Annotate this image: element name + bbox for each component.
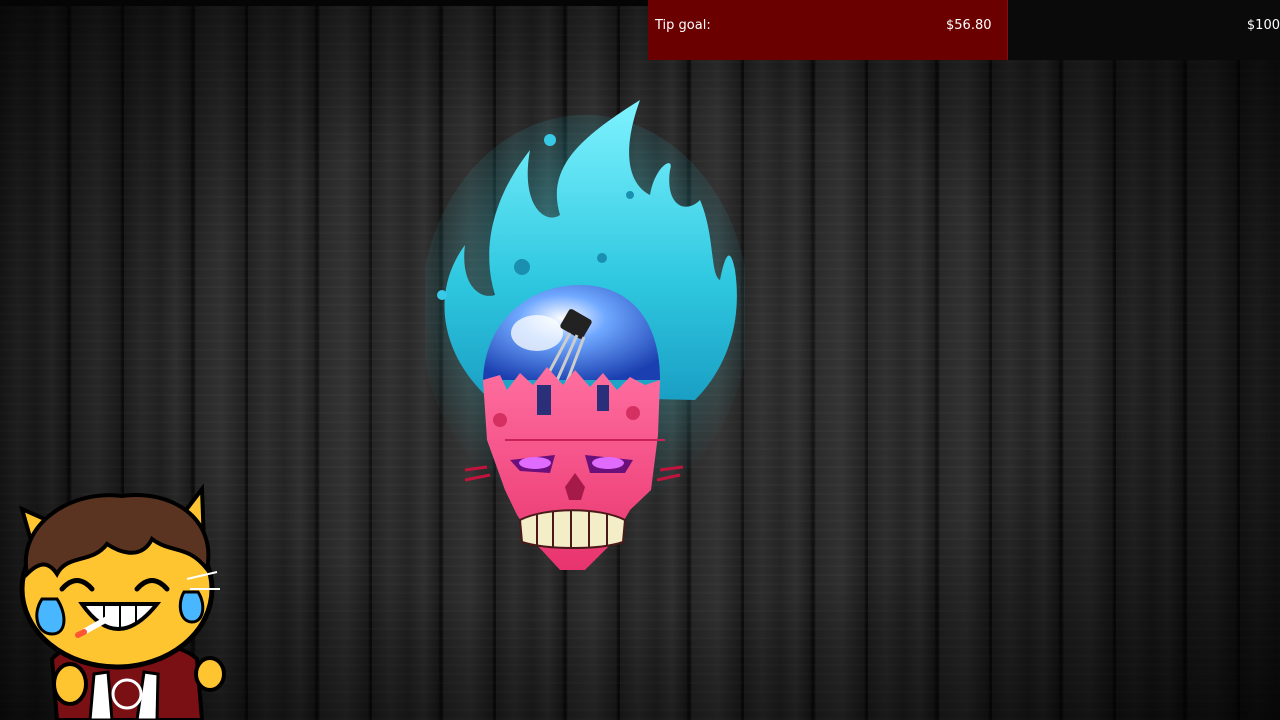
tip-goal-target-amount: $100 — [1246, 18, 1280, 33]
tip-goal-current-amount: $56.80 — [946, 18, 992, 33]
crying-laughing-cat-avatar — [18, 484, 226, 720]
tip-goal-label: Tip goal: — [655, 18, 711, 33]
flaming-robot-skull-logo — [425, 100, 745, 570]
tip-goal-widget: Tip goal: $56.80 $100 — [648, 0, 1280, 60]
